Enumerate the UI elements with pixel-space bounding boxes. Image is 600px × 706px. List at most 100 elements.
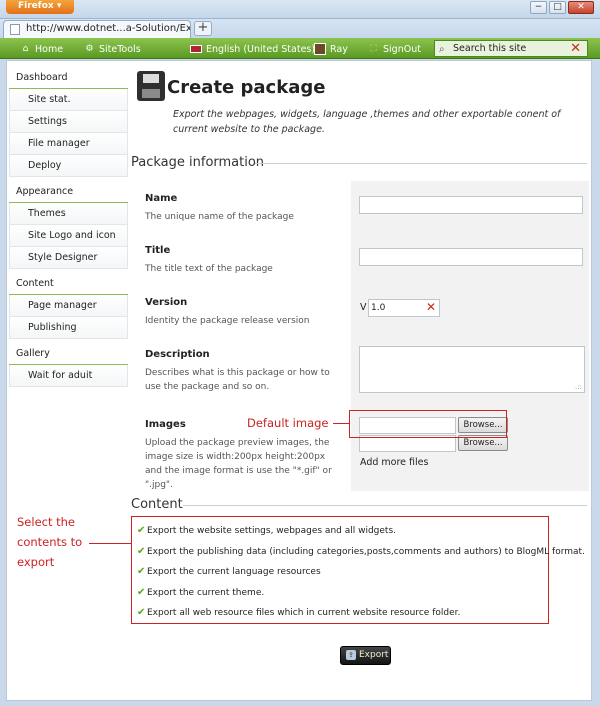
browser-tab[interactable]: http://www.dotnet...a-Solution/Export [3,20,191,38]
form-row-title: Title The title text of the package [137,233,589,285]
sidebar-group-content: Content Page manager Publishing [9,273,128,339]
signout-icon: ⛶ [370,44,377,54]
sidebar-group-gallery: Gallery Wait for aduit [9,343,128,387]
list-item[interactable]: ✔ Export the publishing data (including c… [137,542,585,563]
section-divider [255,163,587,164]
list-item[interactable]: ✔ Export all web resource files which in … [137,603,555,624]
annotation-box [349,410,507,438]
sidebar-item-file-manager[interactable]: File manager [9,133,128,155]
title-field[interactable] [359,248,583,266]
sidebar: Dashboard Site stat. Settings File manag… [9,67,128,387]
list-item-label: Export the current language resources [147,567,321,577]
nav-signout-label: SignOut [383,43,421,55]
sidebar-item-page-manager[interactable]: Page manager [9,295,128,317]
section-divider [183,505,587,506]
tools-icon: ⚙ [85,44,94,54]
package-form: Name The unique name of the package Titl… [137,181,589,491]
title-label: Title [145,245,171,256]
minimize-button[interactable]: − [530,1,547,14]
list-item-label: Export all web resource files which in c… [147,608,461,618]
name-field[interactable] [359,196,583,214]
check-icon: ✔ [137,566,146,577]
nav-home[interactable]: ⌂ Home [20,41,63,57]
nav-language-label: English (United States) [206,43,316,55]
search-icon: ⌕ [439,44,445,55]
page-description: Export the webpages, widgets, language ,… [173,109,561,135]
sidebar-item-deploy[interactable]: Deploy [9,155,128,177]
annotation-line [333,423,349,424]
tab-strip: http://www.dotnet...a-Solution/Export + [0,19,600,38]
sidebar-group-title: Dashboard [9,67,128,89]
version-prefix: V [360,302,367,313]
form-row-description: Description Describes what is this packa… [137,337,589,407]
title-hint: The title text of the package [145,264,273,274]
section-title-package-info: Package information [131,155,265,170]
check-icon: ✔ [137,607,146,618]
version-hint: Identity the package release version [145,316,310,326]
search-placeholder: Search this site [453,43,527,54]
version-label: Version [145,297,188,308]
description-textarea[interactable] [359,346,585,393]
add-more-files-link[interactable]: Add more files [360,457,428,468]
content-list: ✔ Export the website settings, webpages a… [137,521,585,624]
tab-title: http://www.dotnet...a-Solution/Export [26,23,190,34]
export-button-label: Export [359,650,389,660]
nav-user[interactable]: Ray [314,41,348,57]
check-icon: ✔ [137,525,146,536]
nav-sitetools[interactable]: ⚙ SiteTools [84,41,141,57]
name-label: Name [145,193,178,204]
new-tab-button[interactable]: + [194,21,212,36]
firefox-menu-label: Firefox [18,1,54,11]
nav-sitetools-label: SiteTools [99,43,141,55]
sidebar-group-title: Content [9,273,128,295]
search-input[interactable]: ⌕ Search this site ✕ [434,40,588,57]
sidebar-item-publishing[interactable]: Publishing [9,317,128,339]
name-hint: The unique name of the package [145,212,294,222]
avatar-icon [314,43,326,55]
select-contents-annotation: export [17,555,55,569]
sidebar-group-dashboard: Dashboard Site stat. Settings File manag… [9,67,128,177]
sidebar-item-settings[interactable]: Settings [9,111,128,133]
select-contents-annotation: contents to [17,535,83,549]
nav-language[interactable]: English (United States) [190,41,315,57]
sidebar-group-title: Appearance [9,181,128,203]
close-icon[interactable]: ✕ [426,300,436,314]
nav-home-label: Home [35,43,64,55]
nav-signout[interactable]: ⛶ SignOut [368,41,421,57]
maximize-button[interactable]: □ [549,1,566,14]
close-icon[interactable]: ✕ [570,41,581,56]
sidebar-item-site-stat[interactable]: Site stat. [9,89,128,111]
site-navbar: ⌂ Home ⚙ SiteTools English (United State… [0,38,600,59]
close-window-button[interactable]: ✕ [568,1,594,14]
firefox-menu-button[interactable]: Firefox ▾ [6,0,74,14]
export-icon: ⇪ [346,650,356,660]
images-hint: Upload the package preview images, the i… [145,438,332,490]
sidebar-group-appearance: Appearance Themes Site Logo and icon Sty… [9,181,128,269]
check-icon: ✔ [137,545,146,557]
list-item-label: Export the website settings, webpages an… [147,526,397,536]
form-row-version: Version Identity the package release ver… [137,285,589,337]
description-hint: Describes what is this package or how to… [145,368,330,392]
description-label: Description [145,349,210,360]
list-item[interactable]: ✔ Export the current language resources [137,562,555,583]
home-icon: ⌂ [22,44,29,54]
sidebar-item-site-logo[interactable]: Site Logo and icon [9,225,128,247]
sidebar-group-title: Gallery [9,343,128,365]
page-title: Create package [167,77,326,98]
list-item-label: Export the current theme. [147,587,265,598]
sidebar-item-themes[interactable]: Themes [9,203,128,225]
select-contents-annotation: Select the [17,515,76,529]
page-favicon-icon [10,24,20,35]
annotation-line [89,543,131,544]
list-item[interactable]: ✔ Export the website settings, webpages a… [137,521,555,542]
sidebar-item-wait-for-audit[interactable]: Wait for aduit [9,365,128,387]
page-content: Dashboard Site stat. Settings File manag… [6,60,592,701]
sidebar-item-style-designer[interactable]: Style Designer [9,247,128,269]
window-controls: − □ ✕ [530,1,594,14]
form-row-name: Name The unique name of the package [137,181,589,233]
disk-icon [137,71,165,101]
list-item[interactable]: ✔ Export the current theme. [137,583,555,604]
export-button[interactable]: ⇪ Export [340,646,391,665]
check-icon: ✔ [137,586,146,598]
flag-icon [190,45,202,53]
